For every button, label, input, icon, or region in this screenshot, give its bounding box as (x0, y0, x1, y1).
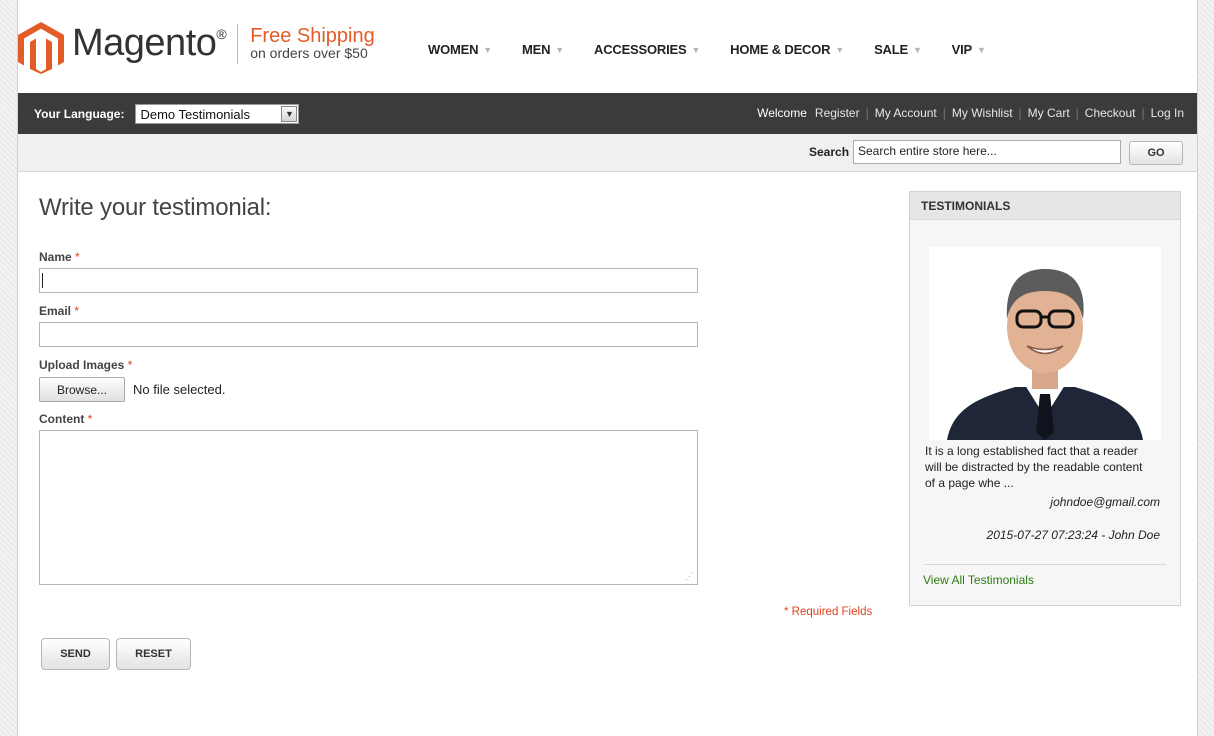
my-wishlist-link[interactable]: My Wishlist (952, 106, 1013, 120)
promo-subtitle: on orders over $50 (250, 44, 368, 61)
form-buttons: SEND RESET (41, 638, 197, 670)
logo[interactable]: Magento® Free Shipping on orders over $5… (18, 22, 375, 74)
link-separator: | (1018, 106, 1022, 120)
testimonial-form: Write your testimonial: Name * Email * U… (39, 190, 699, 585)
register-link[interactable]: Register (815, 106, 860, 120)
free-shipping-promo: Free Shipping on orders over $50 (250, 24, 375, 61)
welcome-text: Welcome (757, 106, 807, 120)
link-separator: | (1141, 106, 1145, 120)
my-cart-link[interactable]: My Cart (1028, 106, 1070, 120)
testimonial-quote: It is a long established fact that a rea… (925, 444, 1143, 490)
link-separator: | (942, 106, 946, 120)
language-switcher: Your Language: Demo Testimonials ▼ (34, 104, 300, 124)
promo-title: Free Shipping (250, 24, 375, 47)
name-input[interactable] (39, 268, 698, 293)
nav-home-decor[interactable]: HOME & DECOR ▼ (730, 42, 844, 57)
resize-grip-icon[interactable]: ⋰ (685, 572, 694, 581)
name-label: Name * (39, 250, 80, 264)
search-bar: Search Search entire store here... GO (18, 134, 1197, 172)
language-label: Your Language: (34, 107, 125, 121)
testimonial-date-author: 2015-07-27 07:23:24 - John Doe (986, 528, 1160, 542)
account-links: Welcome Register | My Account | My Wishl… (757, 106, 1184, 120)
caret-down-icon: ▼ (912, 44, 922, 55)
language-value: Demo Testimonials (140, 106, 251, 122)
nav-sale[interactable]: SALE ▼ (874, 42, 922, 57)
page: Magento® Free Shipping on orders over $5… (17, 0, 1198, 736)
caret-down-icon: ▼ (483, 44, 492, 55)
view-all-testimonials-link[interactable]: View All Testimonials (923, 573, 1034, 587)
logo-divider (237, 24, 239, 64)
nav-accessories[interactable]: ACCESSORIES ▼ (594, 42, 700, 57)
form-title: Write your testimonial: (39, 194, 272, 221)
link-separator: | (865, 106, 869, 120)
person-photo-icon (929, 247, 1161, 440)
magento-logo-icon (18, 22, 64, 74)
caret-down-icon: ▼ (977, 44, 986, 55)
testimonials-sidebar: TESTIMONIALS It is a long established fa… (909, 191, 1181, 606)
account-bar: Your Language: Demo Testimonials ▼ Welco… (18, 93, 1197, 134)
reset-button[interactable]: RESET (116, 638, 191, 670)
header: Magento® Free Shipping on orders over $5… (18, 0, 1197, 93)
link-separator: | (1075, 106, 1079, 120)
nav-vip[interactable]: VIP ▼ (952, 42, 986, 57)
search-input[interactable]: Search entire store here... (853, 140, 1121, 164)
upload-images-label: Upload Images * (39, 358, 133, 372)
nav-women[interactable]: WOMEN ▼ (428, 42, 492, 57)
logo-wordmark: Magento® (72, 21, 227, 64)
browse-button[interactable]: Browse... (39, 377, 125, 402)
sidebar-title: TESTIMONIALS (910, 192, 1180, 220)
content-textarea[interactable]: ⋰ (39, 430, 698, 585)
log-in-link[interactable]: Log In (1151, 106, 1184, 120)
file-status: No file selected. (133, 382, 226, 397)
main-nav: WOMEN ▼ MEN ▼ ACCESSORIES ▼ HOME & DECOR ▼ S… (428, 42, 1016, 57)
required-fields-note: * Required Fields (784, 606, 873, 618)
testimonial-email: johndoe@gmail.com (1050, 495, 1160, 509)
dropdown-arrow-icon: ▼ (281, 106, 298, 122)
text-cursor (42, 273, 43, 288)
search-label: Search (809, 145, 850, 159)
content-label: Content * (39, 412, 93, 426)
search-go-button[interactable]: GO (1129, 141, 1183, 165)
testimonial-avatar (929, 247, 1161, 440)
caret-down-icon: ▼ (555, 44, 565, 55)
caret-down-icon: ▼ (691, 44, 701, 55)
file-upload: Browse... No file selected. (39, 377, 699, 402)
email-input[interactable] (39, 322, 698, 347)
send-button[interactable]: SEND (41, 638, 110, 670)
checkout-link[interactable]: Checkout (1085, 106, 1136, 120)
caret-down-icon: ▼ (835, 44, 845, 55)
my-account-link[interactable]: My Account (875, 106, 937, 120)
sidebar-divider (924, 564, 1166, 565)
nav-men[interactable]: MEN ▼ (522, 42, 564, 57)
language-select[interactable]: Demo Testimonials ▼ (135, 104, 300, 124)
email-label: Email * (39, 304, 80, 318)
